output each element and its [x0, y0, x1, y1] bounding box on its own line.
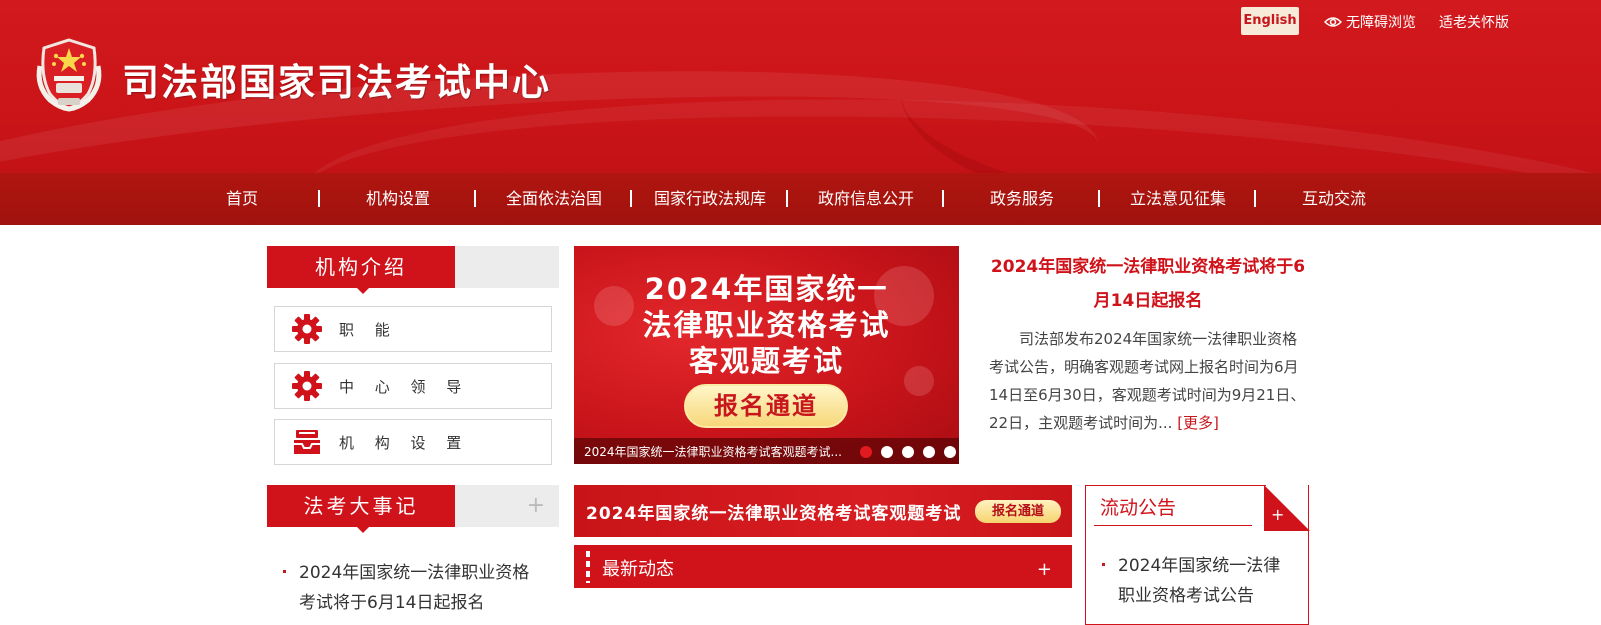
- events-header: 法考大事记 +: [267, 485, 559, 533]
- latest-news-header: 最新动态 +: [574, 545, 1072, 588]
- carousel-dot[interactable]: [860, 446, 872, 458]
- notice-title[interactable]: 流动公告: [1100, 493, 1176, 520]
- headline-summary-text: 司法部发布2024年国家统一法律职业资格考试公告，明确客观题考试网上报名时间为6…: [989, 330, 1306, 432]
- national-emblem-icon[interactable]: [32, 36, 106, 112]
- eye-icon: [1324, 17, 1342, 27]
- nav-item-interaction[interactable]: 互动交流: [1256, 173, 1412, 225]
- english-button[interactable]: English: [1241, 7, 1299, 35]
- notice-divider: [1094, 525, 1252, 526]
- site-header: 司法部国家司法考试中心 English 无障碍浏览 适老关怀版: [0, 0, 1601, 173]
- events-list: 2024年国家统一法律职业资格考试将于6月14日起报名: [283, 558, 543, 618]
- nav-item-home[interactable]: 首页: [164, 173, 320, 225]
- org-intro-header: 机构介绍: [267, 246, 559, 294]
- main-nav: 首页 机构设置 全面依法治国 国家行政法规库 政府信息公开 政务服务 立法意见征…: [0, 173, 1601, 225]
- center-leaders-button[interactable]: 中 心 领 导: [274, 363, 552, 409]
- org-structure-label: 机 构 设 置: [339, 433, 470, 452]
- center-leaders-label: 中 心 领 导: [339, 377, 470, 396]
- nav-item-organization[interactable]: 机构设置: [320, 173, 476, 225]
- carousel-dot[interactable]: [902, 446, 914, 458]
- latest-news-title[interactable]: 最新动态: [602, 555, 674, 581]
- org-intro-title[interactable]: 机构介绍: [267, 246, 455, 294]
- accessibility-label: 无障碍浏览: [1346, 15, 1416, 31]
- nav-item-services[interactable]: 政务服务: [944, 173, 1100, 225]
- gear-icon: [292, 371, 322, 401]
- accessibility-link[interactable]: 无障碍浏览: [1324, 12, 1416, 32]
- events-more-icon[interactable]: +: [527, 493, 545, 518]
- gear-icon: [292, 314, 322, 344]
- banner-caption-bar: 2024年国家统一法律职业资格考试客观题考试...: [574, 438, 959, 464]
- nav-items: 首页 机构设置 全面依法治国 国家行政法规库 政府信息公开 政务服务 立法意见征…: [164, 173, 1412, 225]
- nav-item-legislation[interactable]: 立法意见征集: [1100, 173, 1256, 225]
- list-item[interactable]: 2024年国家统一法律职业资格考试公告: [1102, 551, 1292, 611]
- latest-bar-decoration: [586, 551, 590, 583]
- headline-title[interactable]: 2024年国家统一法律职业资格考试将于6月14日起报名: [988, 250, 1308, 318]
- more-link[interactable]: [更多]: [1177, 414, 1219, 432]
- carousel-dot[interactable]: [923, 446, 935, 458]
- elder-mode-link[interactable]: 适老关怀版: [1439, 12, 1509, 32]
- banner-caption[interactable]: 2024年国家统一法律职业资格考试客观题考试...: [584, 443, 854, 460]
- strip-text: 2024年国家统一法律职业资格考试客观题考试: [586, 504, 962, 524]
- carousel-dots: [860, 446, 956, 458]
- banner-line-3: 客观题考试: [688, 344, 844, 378]
- strip-registration-button[interactable]: 报名通道: [975, 500, 1061, 523]
- inbox-tray-icon: [294, 430, 320, 454]
- registration-strip-banner[interactable]: 2024年国家统一法律职业资格考试客观题考试 报名通道: [574, 485, 1072, 537]
- notice-border: [1085, 485, 1266, 486]
- carousel-dot[interactable]: [881, 446, 893, 458]
- notice-box: 流动公告 + 2024年国家统一法律职业资格考试公告: [1085, 485, 1310, 625]
- function-label: 职 能: [339, 320, 398, 339]
- nav-item-regulations[interactable]: 国家行政法规库: [632, 173, 788, 225]
- registration-button[interactable]: 报名通道: [684, 384, 848, 428]
- site-title[interactable]: 司法部国家司法考试中心: [122, 52, 551, 106]
- list-item[interactable]: 2024年国家统一法律职业资格考试将于6月14日起报名: [283, 558, 543, 618]
- banner-carousel[interactable]: 2024年国家统一 法律职业资格考试 客观题考试 报名通道 2024年国家统一法…: [574, 246, 959, 464]
- org-structure-button[interactable]: 机 构 设 置: [274, 419, 552, 465]
- function-button[interactable]: 职 能: [274, 306, 552, 352]
- events-title[interactable]: 法考大事记: [267, 485, 455, 533]
- latest-more-icon[interactable]: +: [1037, 559, 1052, 580]
- notice-more-icon[interactable]: +: [1271, 505, 1284, 524]
- carousel-dot[interactable]: [944, 446, 956, 458]
- nav-item-rule-of-law[interactable]: 全面依法治国: [476, 173, 632, 225]
- headline-summary: 司法部发布2024年国家统一法律职业资格考试公告，明确客观题考试网上报名时间为6…: [989, 325, 1309, 437]
- nav-item-gov-info[interactable]: 政府信息公开: [788, 173, 944, 225]
